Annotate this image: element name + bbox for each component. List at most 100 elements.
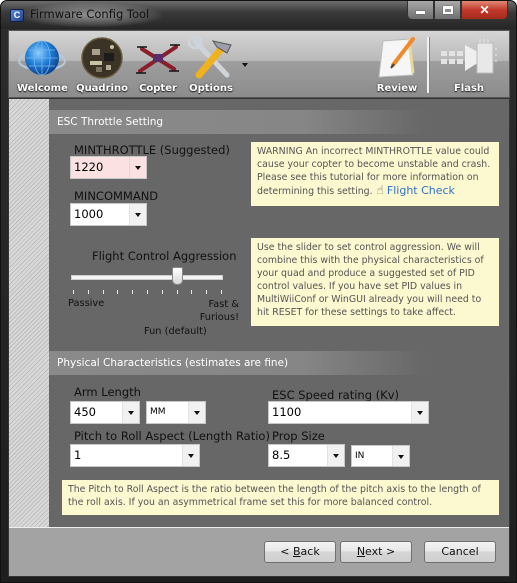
chevron-down-icon (398, 455, 404, 459)
minimize-icon (416, 11, 425, 14)
next-button[interactable]: Next > (340, 541, 412, 563)
minthrottle-label: MINTHROTTLE (Suggested) (74, 143, 230, 157)
wizard-content: ESC Throttle Setting MINTHROTTLE (Sugges… (49, 99, 509, 527)
chevron-down-icon (417, 411, 423, 415)
slider-tick (117, 290, 119, 294)
chevron-down-icon (333, 454, 339, 458)
mincommand-dropdown-button[interactable] (129, 204, 146, 225)
slider-tick (176, 290, 178, 294)
prop-size-unit-value: IN (355, 451, 365, 461)
toolbar-options-label: Options (189, 83, 233, 94)
pitch-roll-dropdown-button[interactable] (182, 445, 199, 466)
client-area: ESC Throttle Setting MINTHROTTLE (Sugges… (8, 98, 510, 577)
mincommand-select[interactable]: 1000 (70, 203, 147, 226)
app-logo-icon[interactable]: C (10, 9, 24, 22)
toolbar-copter-label: Copter (139, 83, 177, 94)
close-icon: ✕ (479, 3, 490, 17)
section-header-physical: Physical Characteristics (estimates are … (49, 351, 509, 375)
minthrottle-value: 1220 (74, 160, 104, 174)
pitch-roll-select[interactable]: 1 (70, 444, 200, 467)
chevron-down-icon (128, 411, 134, 415)
toolbar-flash-button[interactable]: Flash (434, 31, 504, 97)
toolbar-separator (427, 37, 429, 93)
prop-size-select[interactable]: 8.5 (268, 444, 345, 467)
pitch-roll-value: 1 (74, 448, 82, 462)
toolbar-review-label: Review (376, 83, 418, 94)
arm-length-unit-dropdown-button[interactable] (188, 402, 205, 423)
chevron-down-icon (188, 454, 194, 458)
toolbar-options-button[interactable]: Options (183, 31, 239, 97)
slider-tick (87, 290, 89, 294)
slider-tick (221, 290, 222, 294)
tools-icon (187, 35, 232, 79)
slider-tick (191, 290, 193, 294)
circuit-board-icon (81, 37, 123, 79)
toolbar-flash-label: Flash (453, 83, 485, 94)
window-controls: ✕ (407, 1, 508, 21)
aggression-label: Flight Control Aggression (92, 249, 237, 263)
hand-pointer-icon: ☝ (376, 183, 384, 197)
slider-tick (73, 290, 74, 294)
aggression-slider-track[interactable] (71, 275, 223, 280)
maximize-button[interactable] (434, 1, 461, 20)
slider-tick (206, 290, 208, 294)
slider-tick (147, 290, 148, 294)
toolbar-review-button[interactable]: Review (369, 31, 425, 97)
aggression-slider-thumb[interactable] (171, 267, 183, 285)
esc-speed-dropdown-button[interactable] (411, 402, 428, 423)
slider-tick (132, 290, 134, 294)
back-button[interactable]: < Back (264, 541, 336, 563)
minthrottle-warning-text: WARNING An incorrect MINTHROTTLE value c… (257, 146, 491, 197)
arm-length-unit-value: MM (150, 407, 166, 417)
aggression-min-label: Passive (68, 298, 105, 309)
minthrottle-warning-note: WARNING An incorrect MINTHROTTLE value c… (251, 142, 499, 206)
title-bar[interactable]: C Firmware Config Tool ✕ (1, 1, 516, 29)
quadcopter-icon (136, 44, 180, 74)
next-rest: ext > (365, 545, 396, 558)
section-header-esc: ESC Throttle Setting (49, 110, 509, 134)
cancel-button[interactable]: Cancel (424, 541, 496, 563)
aggression-max-label: Fast & Furious! (199, 299, 239, 323)
prop-size-label: Prop Size (272, 429, 325, 443)
aggression-default-label: Fun (default) (144, 326, 207, 337)
notepad-pencil-icon (378, 37, 415, 78)
toolbar-welcome-button[interactable]: Welcome (17, 31, 68, 97)
esc-speed-label: ESC Speed rating (Kv) (272, 388, 399, 402)
minthrottle-select[interactable]: 1220 (70, 156, 147, 179)
arm-length-select[interactable]: 450 (70, 401, 140, 424)
toolbar: Welcome Quadrino Copter Options Review F… (8, 30, 510, 98)
arm-length-label: Arm Length (74, 385, 141, 399)
back-rest: ack (300, 545, 320, 558)
chevron-down-icon (135, 213, 141, 217)
minthrottle-dropdown-button[interactable] (129, 157, 146, 178)
maximize-icon (442, 6, 453, 14)
mincommand-label: MINCOMMAND (74, 189, 159, 203)
next-mnemonic: N (356, 545, 366, 558)
chevron-down-icon (194, 411, 200, 415)
globe-icon (18, 40, 66, 76)
aggression-note: Use the slider to set control aggression… (251, 238, 499, 326)
prop-size-unit-dropdown-button[interactable] (392, 446, 409, 466)
esc-speed-value: 1100 (272, 405, 302, 419)
arm-length-dropdown-button[interactable] (122, 402, 139, 423)
mincommand-value: 1000 (74, 207, 104, 221)
window-title: Firmware Config Tool (30, 7, 150, 21)
app-window: C Firmware Config Tool ✕ Welcome Quadrin… (0, 0, 517, 583)
toolbar-quadrino-label: Quadrino (76, 83, 128, 94)
slider-tick (102, 290, 104, 294)
esc-speed-select[interactable]: 1100 (268, 401, 429, 424)
back-prefix: < (280, 545, 293, 558)
toolbar-welcome-label: Welcome (17, 83, 68, 94)
prop-size-unit-select[interactable]: IN (351, 445, 410, 467)
minimize-button[interactable] (407, 1, 434, 20)
toolbar-copter-button[interactable]: Copter (133, 31, 183, 97)
flight-check-link[interactable]: Flight Check (387, 184, 455, 197)
pitch-roll-label: Pitch to Roll Aspect (Length Ratio) (74, 429, 270, 443)
toolbar-quadrino-button[interactable]: Quadrino (74, 31, 130, 97)
prop-size-dropdown-button[interactable] (327, 445, 344, 466)
close-button[interactable]: ✕ (461, 1, 508, 20)
arm-length-unit-select[interactable]: MM (146, 401, 206, 424)
chevron-down-icon (135, 166, 141, 170)
slider-tick (161, 290, 163, 294)
options-dropdown-arrow-icon[interactable] (242, 63, 248, 67)
